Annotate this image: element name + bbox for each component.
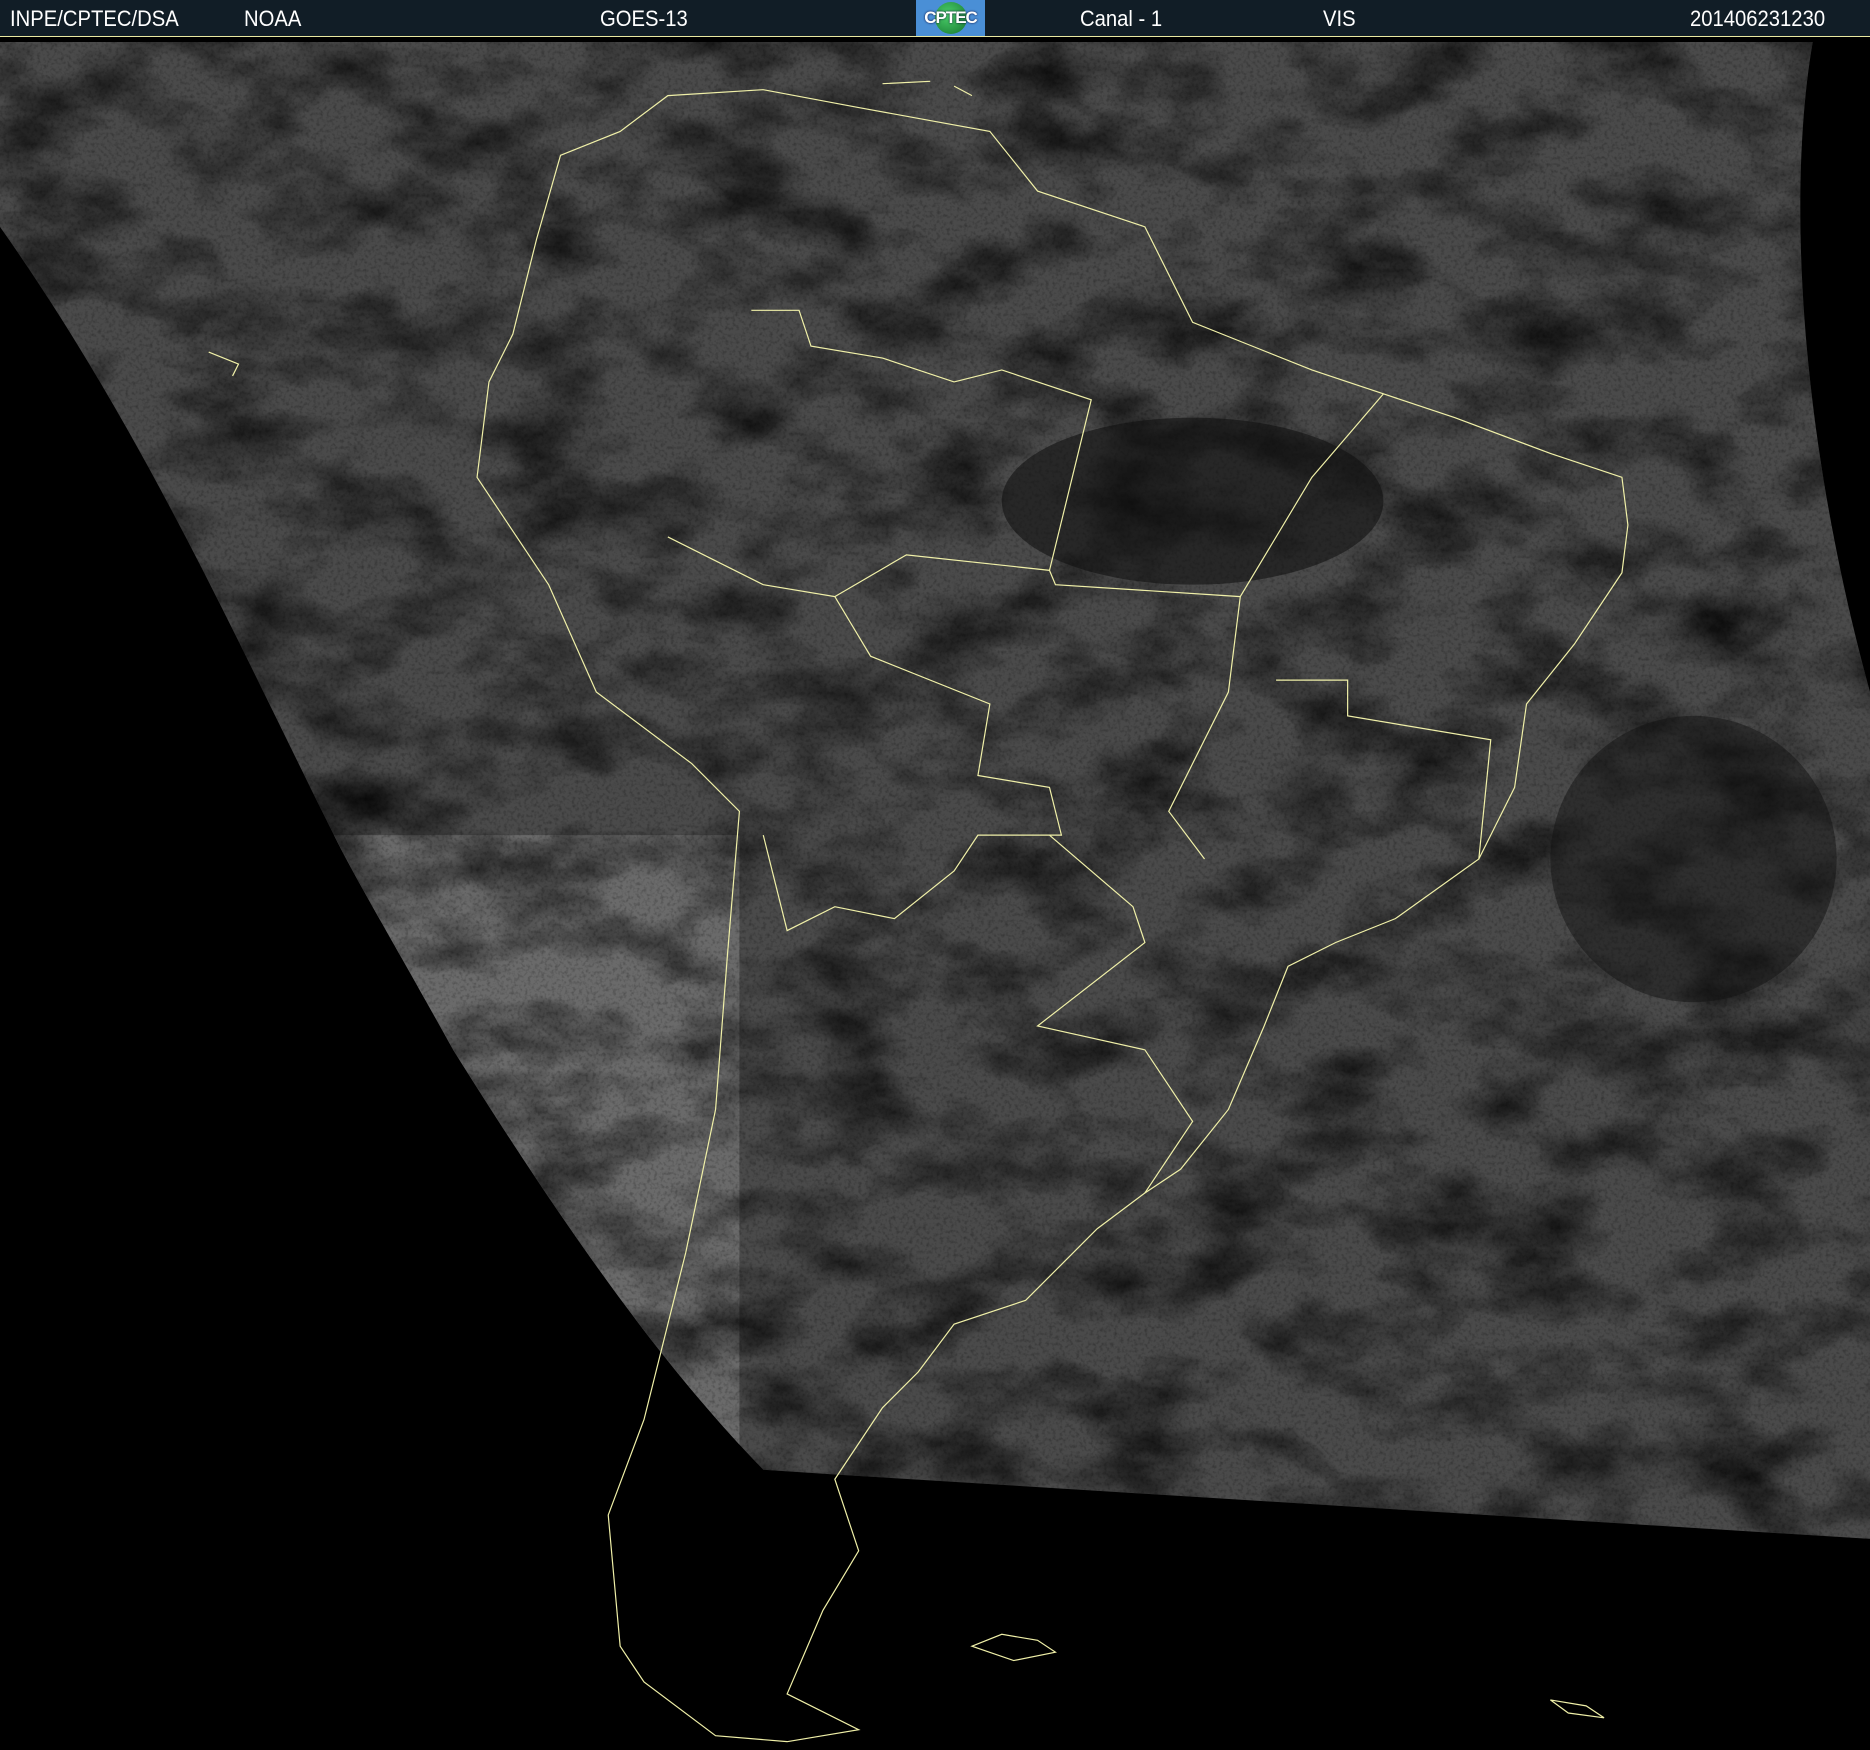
logo-text: CPTEC <box>924 8 978 27</box>
source-label: NOAA <box>244 6 302 31</box>
timestamp-label: 201406231230 <box>1690 6 1826 31</box>
cptec-logo: CPTEC <box>916 0 985 36</box>
image-header: INPE/CPTEC/DSA NOAA GOES-13 CPTEC Canal … <box>0 0 1870 36</box>
header-divider <box>0 36 1870 37</box>
agency-label: INPE/CPTEC/DSA <box>10 6 179 31</box>
channel-label: Canal - 1 <box>1080 6 1163 31</box>
satellite-image <box>0 36 1870 1750</box>
band-label: VIS <box>1323 6 1356 31</box>
satellite-label: GOES-13 <box>600 6 688 31</box>
